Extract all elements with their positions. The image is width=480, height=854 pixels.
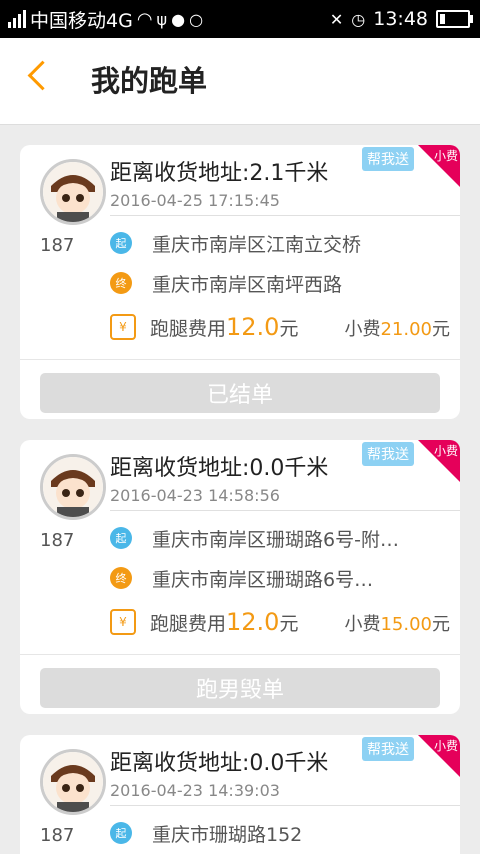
header-bar: 我的跑单 <box>0 38 480 125</box>
fee-amount: 12.0 <box>226 608 280 636</box>
alarm-icon: ◷ <box>351 9 366 29</box>
start-row: 起 重庆市南岸区珊瑚路6号-附… <box>110 524 399 552</box>
tip-amount: 21.00 <box>380 319 432 340</box>
separator <box>20 654 460 655</box>
avatar <box>40 749 106 815</box>
tip-text: 小费15.00元 <box>344 610 450 636</box>
start-icon: 起 <box>110 527 132 549</box>
user-id: 187 <box>40 825 75 846</box>
fee-row: ¥ 跑腿费用 12.0 元 小费21.00元 <box>110 313 450 341</box>
fee-unit: 元 <box>279 318 299 340</box>
order-card[interactable]: 187 距离收货地址:0.0千米 2016-04-23 14:39:03 起 重… <box>20 735 460 854</box>
distance-text: 距离收货地址:0.0千米 <box>110 751 329 776</box>
tip-label: 小费 <box>344 319 381 340</box>
start-address: 重庆市珊瑚路152 <box>152 823 303 846</box>
tip-unit: 元 <box>432 614 450 635</box>
start-icon: 起 <box>110 232 132 254</box>
fee-unit: 元 <box>279 613 299 635</box>
start-address: 重庆市南岸区珊瑚路6号-附… <box>152 528 399 551</box>
status-bar: 中国移动4G ◠ ψ ● ○ ✕ ◷ 13:48 <box>0 0 480 38</box>
end-row: 终 重庆市南岸区南坪西路 <box>110 269 342 297</box>
android-icon: ● <box>171 9 186 29</box>
status-button[interactable]: 已结单 <box>40 373 440 413</box>
fee-row: ¥ 跑腿费用 12.0 元 小费15.00元 <box>110 608 450 636</box>
fee-label: 跑腿费用 <box>150 318 227 340</box>
avatar <box>40 454 106 520</box>
start-row: 起 重庆市珊瑚路152 <box>110 819 302 847</box>
end-address: 重庆市南岸区南坪西路 <box>152 273 343 296</box>
page-title: 我的跑单 <box>91 64 208 98</box>
end-icon: 终 <box>110 567 132 589</box>
separator <box>20 359 460 360</box>
carrier-name: 中国移动4G <box>30 9 133 32</box>
tip-text: 小费21.00元 <box>344 315 450 341</box>
order-card[interactable]: 187 距离收货地址:0.0千米 2016-04-23 14:58:56 起 重… <box>20 440 460 714</box>
fee-icon: ¥ <box>110 609 136 635</box>
start-address: 重庆市南岸区江南立交桥 <box>152 233 362 256</box>
fee-amount: 12.0 <box>226 313 280 341</box>
divider <box>110 510 460 511</box>
avatar <box>40 159 106 225</box>
usb-icon: ψ <box>156 9 168 29</box>
service-tag: 帮我送 <box>362 442 414 466</box>
user-id: 187 <box>40 530 75 551</box>
wifi-icon: ◠ <box>136 8 153 30</box>
order-card[interactable]: 187 距离收货地址:2.1千米 2016-04-25 17:15:45 起 重… <box>20 145 460 419</box>
end-icon: 终 <box>110 272 132 294</box>
tip-amount: 15.00 <box>380 614 432 635</box>
end-row: 终 重庆市南岸区珊瑚路6号… <box>110 564 373 592</box>
divider <box>110 215 460 216</box>
end-address: 重庆市南岸区珊瑚路6号… <box>152 568 374 591</box>
distance-text: 距离收货地址:0.0千米 <box>110 456 329 481</box>
start-row: 起 重庆市南岸区江南立交桥 <box>110 229 361 257</box>
service-tag: 帮我送 <box>362 147 414 171</box>
start-icon: 起 <box>110 822 132 844</box>
tip-label: 小费 <box>344 614 381 635</box>
tip-corner-label: 小费 <box>433 149 458 163</box>
battery-icon <box>436 10 473 28</box>
mute-icon: ✕ <box>329 9 344 29</box>
sync-icon: ○ <box>189 9 204 29</box>
tip-unit: 元 <box>432 319 450 340</box>
back-icon[interactable] <box>27 60 58 91</box>
signal-icon <box>8 10 26 28</box>
clock: 13:48 <box>373 8 428 30</box>
user-id: 187 <box>40 235 75 256</box>
tip-corner-label: 小费 <box>433 739 458 753</box>
fee-icon: ¥ <box>110 314 136 340</box>
order-time: 2016-04-23 14:39:03 <box>110 781 280 800</box>
order-time: 2016-04-23 14:58:56 <box>110 486 280 505</box>
tip-corner-label: 小费 <box>433 444 458 458</box>
divider <box>110 805 460 806</box>
order-time: 2016-04-25 17:15:45 <box>110 191 280 210</box>
service-tag: 帮我送 <box>362 737 414 761</box>
status-button[interactable]: 跑男毁单 <box>40 668 440 708</box>
distance-text: 距离收货地址:2.1千米 <box>110 161 329 186</box>
fee-label: 跑腿费用 <box>150 613 227 635</box>
